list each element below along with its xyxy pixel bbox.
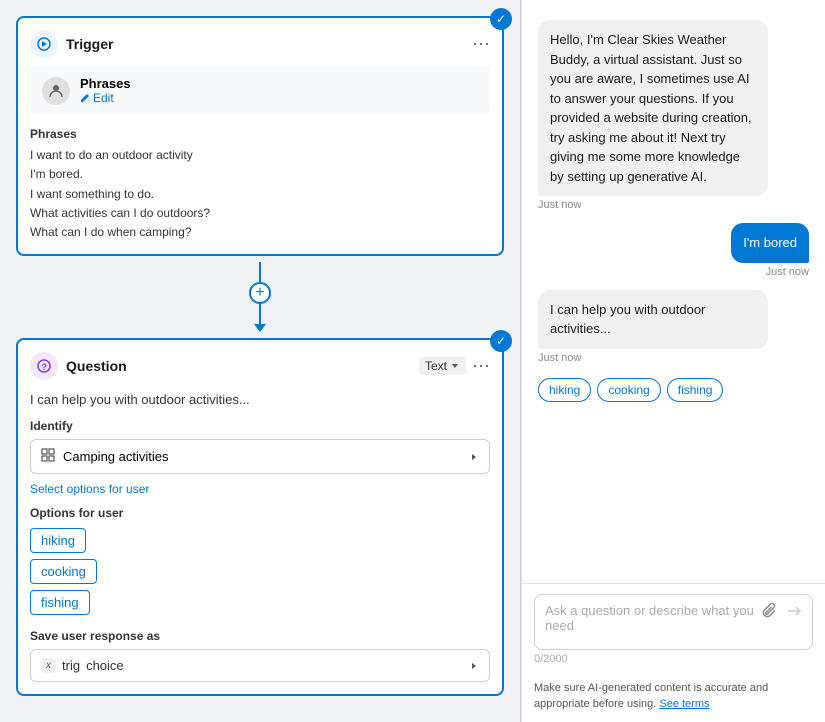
phrases-content: Phrases I want to do an outdoor activity… — [30, 125, 490, 242]
trigger-title: Trigger — [66, 36, 113, 52]
svg-text:?: ? — [42, 362, 48, 372]
bot-bubble: Hello, I'm Clear Skies Weather Buddy, a … — [538, 20, 768, 196]
connector-arrow — [254, 324, 266, 332]
chat-input-placeholder: Ask a question or describe what you need — [545, 603, 762, 633]
chat-input-box[interactable]: Ask a question or describe what you need — [534, 594, 813, 650]
disclaimer-link[interactable]: See terms — [659, 698, 709, 710]
connector-line-bottom — [259, 304, 261, 324]
type-badge-label: Text — [425, 359, 447, 373]
connector-line-top — [259, 262, 261, 282]
option-chip[interactable]: fishing — [30, 590, 90, 615]
chat-message: I can help you with outdoor activities..… — [538, 290, 809, 364]
bot-bubble: I can help you with outdoor activities..… — [538, 290, 768, 349]
question-icon: ? — [30, 352, 58, 380]
select-options-link[interactable]: Select options for user — [30, 482, 149, 496]
var-trig: trig — [62, 658, 80, 673]
chat-input-area: Ask a question or describe what you need… — [522, 583, 825, 675]
question-menu-button[interactable]: ⋯ — [472, 357, 490, 375]
phrase-item: What can I do when camping? — [30, 223, 490, 242]
option-chip[interactable]: cooking — [30, 559, 97, 584]
identify-label: Identify — [30, 419, 490, 433]
save-response-box[interactable]: x trig choice — [30, 649, 490, 682]
question-card: ? Question Text ⋯ ✓ I can help you with … — [16, 338, 504, 696]
chevron-right-icon-2 — [469, 661, 479, 671]
chat-messages: Hello, I'm Clear Skies Weather Buddy, a … — [522, 0, 825, 583]
grid-icon — [41, 448, 55, 465]
var-choice: choice — [86, 658, 124, 673]
phrase-item: I'm bored. — [30, 165, 490, 184]
chat-message: Hello, I'm Clear Skies Weather Buddy, a … — [538, 20, 809, 211]
right-panel: Hello, I'm Clear Skies Weather Buddy, a … — [521, 0, 825, 722]
chat-options-row: hikingcooking fishing — [538, 378, 809, 402]
trigger-menu-button[interactable]: ⋯ — [472, 35, 490, 53]
chat-option-chip[interactable]: hiking — [538, 378, 591, 402]
camping-selector[interactable]: Camping activities — [30, 439, 490, 474]
chat-message: I'm bored Just now — [538, 223, 809, 278]
send-button[interactable] — [786, 603, 802, 619]
phrases-edit-button[interactable]: Edit — [80, 91, 131, 105]
var-x: x — [46, 660, 51, 671]
phrases-avatar — [42, 77, 70, 105]
question-message: I can help you with outdoor activities..… — [30, 388, 490, 407]
attach-button[interactable] — [762, 603, 778, 619]
connector: + — [16, 256, 504, 338]
options-label: Options for user — [30, 506, 490, 520]
save-response-label: Save user response as — [30, 629, 490, 643]
trigger-card: Trigger ⋯ ✓ Phrases Edit Phrases I want … — [16, 16, 504, 256]
option-chip[interactable]: hiking — [30, 528, 86, 553]
add-node-button[interactable]: + — [249, 282, 271, 304]
message-timestamp: Just now — [538, 199, 809, 211]
trigger-icon — [30, 30, 58, 58]
message-timestamp: Just now — [538, 266, 809, 278]
disclaimer-text: Make sure AI-generated content is accura… — [534, 682, 768, 709]
phrases-box: Phrases Edit — [30, 66, 490, 115]
type-badge[interactable]: Text — [419, 357, 466, 375]
var-badge: x — [41, 658, 56, 673]
trigger-check-icon: ✓ — [490, 8, 512, 30]
chat-option-chip[interactable]: cooking — [597, 378, 660, 402]
left-panel: Trigger ⋯ ✓ Phrases Edit Phrases I want … — [0, 0, 520, 722]
char-count: 0/2000 — [534, 653, 813, 665]
question-check-icon: ✓ — [490, 330, 512, 352]
phrase-item: I want something to do. — [30, 185, 490, 204]
chat-option-chip[interactable]: fishing — [667, 378, 724, 402]
question-title: Question — [66, 358, 127, 374]
phrases-heading: Phrases — [30, 125, 490, 144]
phrase-item: What activities can I do outdoors? — [30, 204, 490, 223]
user-bubble: I'm bored — [731, 223, 809, 263]
camping-option-label: Camping activities — [63, 449, 169, 464]
option-chips: hiking cooking fishing — [30, 528, 490, 615]
chevron-right-icon — [469, 452, 479, 462]
phrase-item: I want to do an outdoor activity — [30, 146, 490, 165]
chat-disclaimer: Make sure AI-generated content is accura… — [522, 675, 825, 722]
message-timestamp: Just now — [538, 352, 809, 364]
phrases-label: Phrases — [80, 76, 131, 91]
